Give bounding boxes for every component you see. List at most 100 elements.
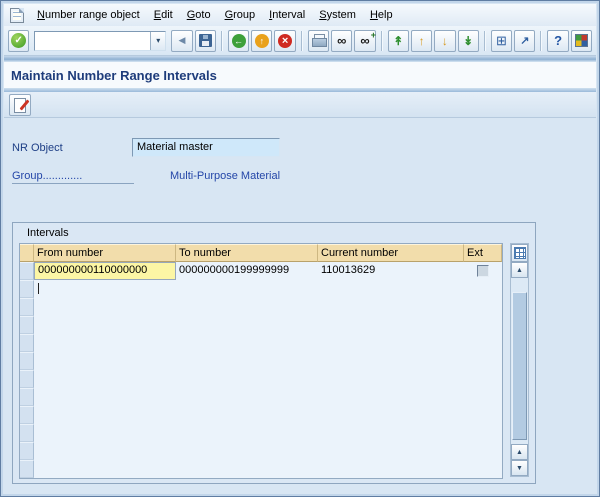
save-button[interactable] [194,29,216,52]
column-header-current-number[interactable]: Current number [318,244,464,262]
intervals-groupbox: Intervals From number To number Current … [12,222,536,484]
table-body: 000000000110000000 000000000199999999 11… [20,262,502,478]
menu-item-number-range-object[interactable]: Number range object [30,6,147,24]
command-collapse-icon [174,33,190,49]
cancel-icon [278,33,293,48]
find-next-button[interactable] [354,29,376,52]
table-row-empty [20,334,502,352]
empty-row-area[interactable] [34,406,502,424]
cancel-button[interactable] [274,29,296,52]
save-icon [198,34,212,47]
print-button[interactable] [307,29,330,52]
empty-row-area[interactable] [34,316,502,334]
display-change-icon [13,97,27,113]
enter-icon [11,33,27,48]
last-page-button[interactable] [457,29,479,52]
find-button[interactable] [331,29,353,52]
row-selector[interactable] [20,262,34,280]
first-page-button[interactable] [387,29,409,52]
row-selector[interactable] [20,406,34,424]
exit-button[interactable] [251,29,273,52]
select-all-cell[interactable] [20,244,34,262]
table-row-empty [20,280,502,298]
table-scrollbar: ▲ ▲ ▼ [510,243,529,477]
group-label: Group............. [12,170,134,184]
scroll-line-up-button[interactable]: ▲ [511,444,528,460]
row-selector[interactable] [20,424,34,442]
menu-item-group[interactable]: Group [218,6,263,24]
ext-checkbox[interactable] [477,265,489,277]
table-row-empty [20,370,502,388]
column-header-ext[interactable]: Ext [464,244,502,262]
table-row: 000000000110000000 000000000199999999 11… [20,262,502,280]
command-collapse-button[interactable] [171,29,193,52]
table-configuration-button[interactable] [511,244,528,262]
menu-item-interval[interactable]: Interval [262,6,312,24]
sap-window: Number range object Edit Goto Group Inte… [0,0,600,497]
scroll-thumb[interactable] [512,292,527,440]
row-selector[interactable] [20,298,34,316]
scroll-up-icon: ▲ [516,266,523,274]
empty-row-area[interactable] [34,442,502,460]
empty-row-area[interactable] [34,460,502,478]
row-selector[interactable] [20,316,34,334]
toolbar-separator [220,30,223,51]
menu-item-edit[interactable]: Edit [147,6,180,24]
next-page-button[interactable] [434,29,456,52]
scroll-line-down-button[interactable]: ▼ [511,460,528,476]
group-value: Multi-Purpose Material [170,170,281,182]
row-selector[interactable] [20,280,34,298]
find-next-icon [357,30,376,49]
empty-row-area[interactable] [34,370,502,388]
ext-cell [464,262,502,280]
table-row-empty [20,406,502,424]
text-cursor [38,283,39,294]
help-button[interactable] [547,29,569,52]
enter-button[interactable] [8,29,30,52]
empty-row-area[interactable] [34,388,502,406]
empty-row-area[interactable] [34,334,502,352]
scroll-track[interactable] [511,278,528,292]
current-number-cell[interactable]: 110013629 [318,262,464,280]
menu-item-help[interactable]: Help [363,6,400,24]
display-change-button[interactable] [9,93,31,116]
create-shortcut-button[interactable] [514,29,536,52]
row-selector[interactable] [20,388,34,406]
create-shortcut-icon [517,33,533,49]
table-row-empty [20,316,502,334]
scroll-up-icon: ▲ [516,448,523,456]
nr-object-field[interactable]: Material master [132,138,280,157]
empty-row-area[interactable] [34,298,502,316]
scroll-down-icon: ▼ [516,464,523,472]
menu-item-system[interactable]: System [312,6,363,24]
new-session-button[interactable] [490,29,513,52]
empty-row-area[interactable] [34,280,502,298]
first-page-icon [390,33,406,49]
command-dropdown-button[interactable]: ▾ [150,31,166,50]
help-icon [550,33,566,49]
command-input[interactable] [35,32,151,49]
previous-page-button[interactable] [410,29,433,52]
row-selector[interactable] [20,370,34,388]
system-menu-icon[interactable] [10,7,24,23]
row-selector[interactable] [20,352,34,370]
from-number-cell[interactable]: 000000000110000000 [34,262,176,280]
row-selector[interactable] [20,442,34,460]
page-title: Maintain Number Range Intervals [11,67,217,83]
column-header-to-number[interactable]: To number [176,244,318,262]
next-page-icon [437,33,453,49]
to-number-cell[interactable]: 000000000199999999 [176,262,318,280]
back-button[interactable] [227,29,250,52]
empty-row-area[interactable] [34,424,502,442]
empty-row-area[interactable] [34,352,502,370]
column-header-from-number[interactable]: From number [34,244,176,262]
row-selector[interactable] [20,334,34,352]
menu-bar: Number range object Edit Goto Group Inte… [4,4,596,26]
scroll-up-button[interactable]: ▲ [511,262,528,278]
table-row-empty [20,388,502,406]
table-row-empty [20,442,502,460]
nr-object-label: NR Object [12,142,63,154]
customize-layout-button[interactable] [570,29,593,52]
row-selector[interactable] [20,460,34,478]
menu-item-goto[interactable]: Goto [180,6,218,24]
